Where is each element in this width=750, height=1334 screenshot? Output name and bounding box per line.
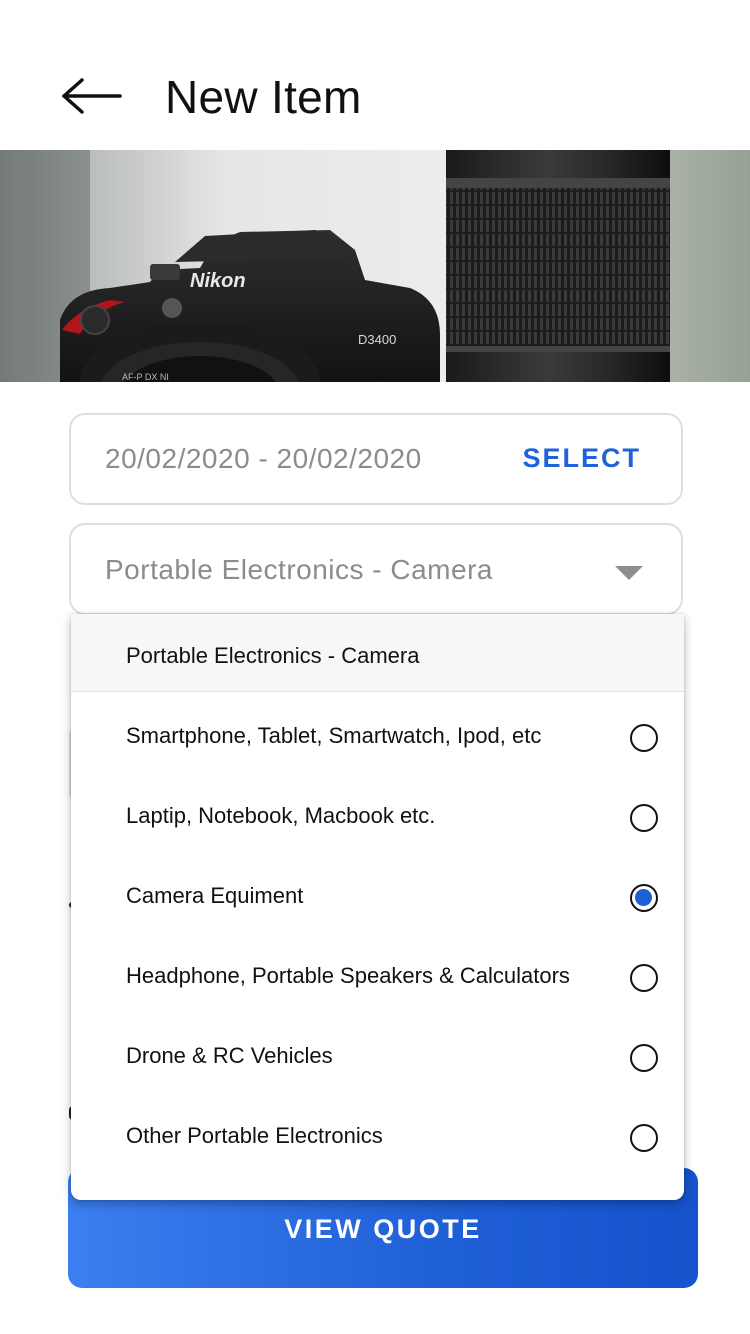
- option-other[interactable]: Other Portable Electronics: [71, 1096, 684, 1176]
- hero-lens-text: AF-P DX NI: [122, 372, 169, 382]
- hero-image: Nikon D3400 AF-P DX NI: [0, 150, 750, 382]
- radio-unchecked-icon[interactable]: [630, 964, 658, 992]
- category-select-value: Portable Electronics - Camera: [105, 554, 493, 585]
- dropdown-header: Portable Electronics - Camera: [71, 614, 684, 692]
- caret-down-icon: [615, 566, 643, 580]
- app-header: New Item: [0, 0, 750, 150]
- option-headphone[interactable]: Headphone, Portable Speakers & Calculato…: [71, 936, 684, 1016]
- option-label: Laptip, Notebook, Macbook etc.: [126, 803, 436, 828]
- date-range-value: 20/02/2020 - 20/02/2020: [105, 443, 422, 474]
- select-date-button[interactable]: SELECT: [522, 443, 641, 474]
- radio-unchecked-icon[interactable]: [630, 1124, 658, 1152]
- back-button[interactable]: [58, 70, 128, 122]
- option-label: Smartphone, Tablet, Smartwatch, Ipod, et…: [126, 723, 542, 748]
- radio-unchecked-icon[interactable]: [630, 804, 658, 832]
- radio-unchecked-icon[interactable]: [630, 1044, 658, 1072]
- radio-checked-icon[interactable]: [630, 884, 658, 912]
- category-select[interactable]: Portable Electronics - Camera: [69, 523, 683, 615]
- option-label: Other Portable Electronics: [126, 1123, 383, 1148]
- option-camera-equipment[interactable]: Camera Equiment: [71, 856, 684, 936]
- dropdown-header-label: Portable Electronics - Camera: [126, 643, 420, 668]
- view-quote-label: VIEW QUOTE: [284, 1214, 482, 1244]
- arrow-left-icon: [62, 78, 122, 114]
- option-label: Headphone, Portable Speakers & Calculato…: [126, 963, 570, 988]
- hero-model-text: D3400: [358, 332, 396, 347]
- category-dropdown-menu: Portable Electronics - Camera Smartphone…: [71, 614, 684, 1200]
- date-range-field[interactable]: 20/02/2020 - 20/02/2020 SELECT: [69, 413, 683, 505]
- radio-unchecked-icon[interactable]: [630, 724, 658, 752]
- option-laptop[interactable]: Laptip, Notebook, Macbook etc.: [71, 776, 684, 856]
- option-label: Drone & RC Vehicles: [126, 1043, 333, 1068]
- option-drone[interactable]: Drone & RC Vehicles: [71, 1016, 684, 1096]
- option-smartphone[interactable]: Smartphone, Tablet, Smartwatch, Ipod, et…: [71, 696, 684, 776]
- option-label: Camera Equiment: [126, 883, 304, 908]
- hero-brand-text: Nikon: [190, 270, 246, 292]
- page-title: New Item: [165, 71, 362, 123]
